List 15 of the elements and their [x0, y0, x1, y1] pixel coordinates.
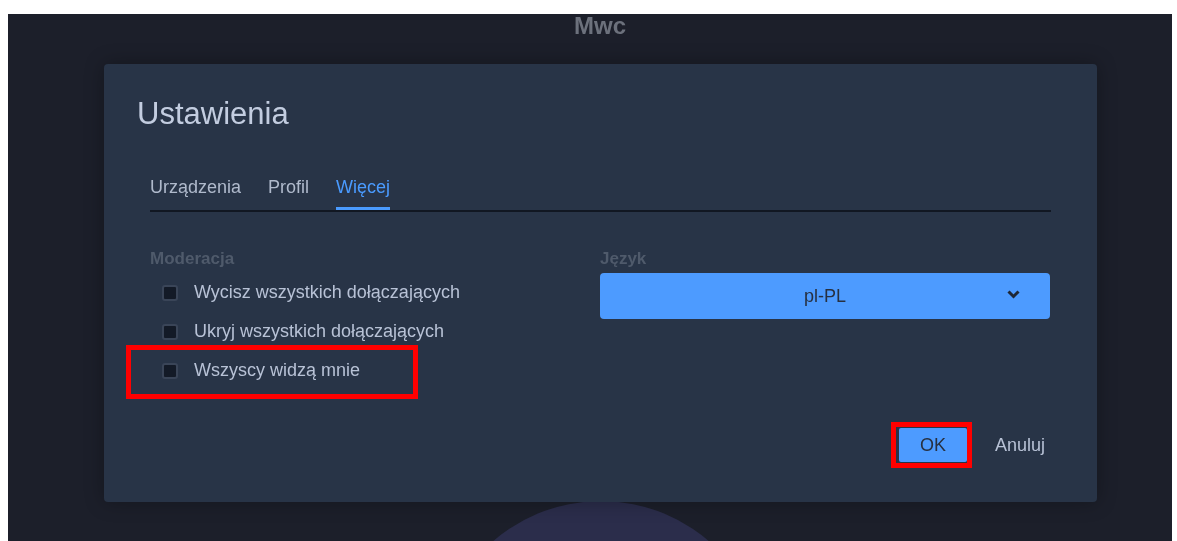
ok-button[interactable]: OK: [898, 428, 967, 462]
checkbox[interactable]: [162, 362, 178, 379]
checkbox-label: Wszyscy widzą mnie: [194, 360, 361, 381]
tab[interactable]: Profil: [268, 176, 310, 210]
dialog-title: Ustawienia: [137, 95, 290, 133]
checkbox[interactable]: [162, 323, 178, 340]
checkbox[interactable]: [162, 284, 178, 301]
tab[interactable]: Urządzenia: [150, 176, 242, 210]
tab[interactable]: Więcej: [336, 176, 391, 210]
chevron-down-icon: [1007, 290, 1020, 299]
checkbox-label: Wycisz wszystkich dołączających: [194, 282, 460, 303]
checkbox-label: Ukryj wszystkich dołączających: [194, 321, 445, 342]
app-title: Mwc: [573, 14, 627, 41]
language-select[interactable]: pl-PL: [600, 273, 1050, 319]
cancel-button[interactable]: Anuluj: [994, 434, 1045, 456]
